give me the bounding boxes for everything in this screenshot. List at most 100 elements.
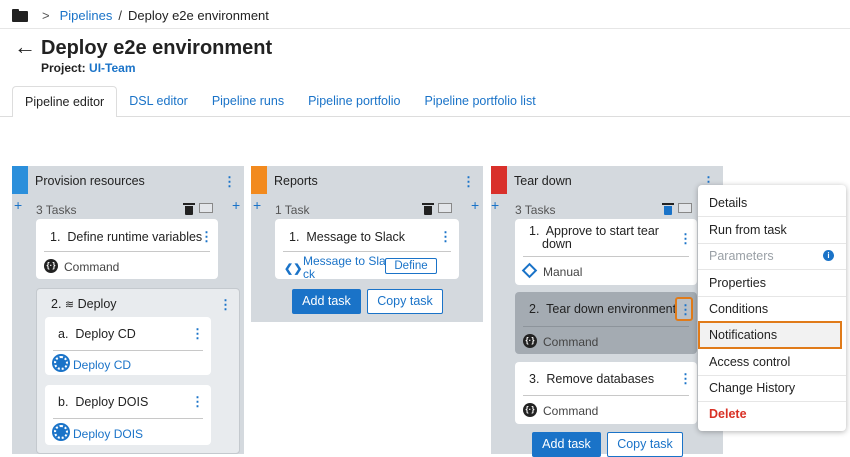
task-title: 2. ≋ Deploy	[51, 297, 117, 311]
divider	[44, 251, 210, 252]
menu-item-delete[interactable]: Delete	[698, 401, 846, 427]
tasks-count: 1 Task	[275, 203, 310, 217]
list-view-icon[interactable]	[438, 203, 452, 213]
trash-icon[interactable]	[422, 203, 434, 215]
task-menu-icon[interactable]: ⋮	[439, 230, 452, 243]
stage-title: Provision resources	[35, 174, 145, 188]
task-menu-icon[interactable]: ⋮	[219, 298, 232, 311]
task-type: Command	[543, 404, 599, 418]
breadcrumb: > Pipelines / Deploy e2e environment	[12, 6, 269, 24]
menu-item-conditions[interactable]: Conditions	[698, 296, 846, 322]
breadcrumb-separator: /	[118, 7, 122, 23]
tab-dsl-editor[interactable]: DSL editor	[117, 86, 200, 117]
task-group-card[interactable]: 2. ≋ Deploy ⋮ a. Deploy CD ⋮ Deploy CD b…	[36, 288, 240, 454]
tab-pipeline-runs[interactable]: Pipeline runs	[200, 86, 296, 117]
stage-title: Tear down	[514, 174, 572, 188]
task-card[interactable]: 3. Remove databases ⋮ {·} Command	[515, 362, 697, 424]
tasks-count: 3 Tasks	[36, 203, 77, 217]
subtask-menu-icon[interactable]: ⋮	[191, 327, 204, 340]
gear-icon	[52, 354, 70, 372]
menu-item-details[interactable]: Details	[698, 190, 846, 216]
menu-item-label: Parameters	[709, 249, 774, 263]
add-task-button[interactable]: Add task	[292, 289, 361, 314]
add-before-icon[interactable]: +	[14, 198, 22, 212]
task-menu-icon[interactable]: ⋮	[679, 372, 692, 385]
trash-icon[interactable]	[662, 203, 674, 215]
copy-task-button[interactable]: Copy task	[607, 432, 683, 457]
stage-title: Reports	[274, 174, 318, 188]
add-task-button[interactable]: Add task	[532, 432, 601, 457]
task-title: 1. Define runtime variables	[50, 230, 203, 244]
subtask-card[interactable]: a. Deploy CD ⋮ Deploy CD	[45, 317, 211, 375]
task-menu-icon[interactable]: ⋮	[200, 230, 213, 243]
folder-icon[interactable]	[12, 8, 28, 22]
command-icon: {·}	[523, 334, 537, 348]
info-icon[interactable]: i	[823, 250, 834, 261]
task-type: Manual	[543, 265, 583, 279]
subtask-link[interactable]: Deploy DOIS	[73, 427, 143, 441]
trash-icon[interactable]	[183, 203, 195, 215]
task-card[interactable]: 1. Define runtime variables ⋮ {·} Comman…	[36, 219, 218, 279]
task-card[interactable]: 1. Approve to start tear down ⋮ Manual	[515, 219, 697, 285]
stage-menu-icon[interactable]: ⋮	[223, 175, 236, 188]
menu-item-properties[interactable]: Properties	[698, 270, 846, 296]
list-view-icon[interactable]	[678, 203, 692, 213]
add-stage-icon[interactable]: +	[471, 198, 479, 212]
tab-bar: Pipeline editor DSL editor Pipeline runs…	[12, 86, 548, 117]
stage-provision-resources: Provision resources ⋮ + 3 Tasks 1. Defin…	[12, 166, 244, 454]
list-view-icon[interactable]	[199, 203, 213, 213]
divider	[53, 350, 203, 351]
menu-item-parameters: Parameters i	[698, 243, 846, 269]
tasks-count: 3 Tasks	[515, 203, 556, 217]
task-menu-icon[interactable]: ⋮	[679, 232, 692, 245]
task-type: Command	[64, 260, 120, 274]
task-card-selected[interactable]: 2. Tear down environments ⋮ {·} Command	[515, 292, 697, 354]
add-stage-icon[interactable]: +	[232, 198, 240, 212]
copy-task-button[interactable]: Copy task	[367, 289, 443, 314]
subtask-link[interactable]: Deploy CD	[73, 358, 131, 372]
stage-tear-down: Tear down ⋮ 3 Tasks 1. Approve to start …	[491, 166, 723, 457]
slack-integration-icon: ❮❯	[284, 263, 303, 275]
command-icon: {·}	[44, 259, 58, 273]
breadcrumb-pipelines-link[interactable]: Pipelines	[60, 8, 113, 23]
task-title: 1. Approve to start tear down	[529, 224, 659, 251]
add-before-icon[interactable]: +	[253, 198, 261, 212]
stage-color-strip	[251, 166, 267, 194]
task-menu-icon[interactable]: ⋮	[679, 303, 692, 316]
task-menu-button[interactable]: ⋮	[675, 297, 693, 321]
define-button[interactable]: Define	[385, 258, 437, 274]
tab-pipeline-editor[interactable]: Pipeline editor	[12, 86, 118, 117]
divider	[283, 251, 451, 252]
subtask-menu-icon[interactable]: ⋮	[191, 395, 204, 408]
divider	[523, 395, 689, 396]
command-icon: {·}	[523, 403, 537, 417]
project-line: Project: UI-Team	[41, 61, 135, 75]
stage-color-strip	[491, 166, 507, 194]
task-link[interactable]: Message to Sla ck	[303, 255, 386, 281]
task-card[interactable]: 1. Message to Slack ⋮ ❮❯ Message to Sla c…	[275, 219, 459, 281]
subtask-card[interactable]: b. Deploy DOIS ⋮ Deploy DOIS	[45, 385, 211, 445]
divider	[523, 256, 689, 257]
task-context-menu: Details Run from task Parameters i Prope…	[698, 185, 846, 431]
task-type: Command	[543, 335, 599, 349]
menu-item-change-history[interactable]: Change History	[698, 375, 846, 401]
tab-pipeline-portfolio[interactable]: Pipeline portfolio	[296, 86, 412, 117]
task-title: 1. Message to Slack	[289, 230, 406, 244]
breadcrumb-current: Deploy e2e environment	[127, 7, 269, 23]
tab-pipeline-portfolio-list[interactable]: Pipeline portfolio list	[413, 86, 548, 117]
subtask-title: b. Deploy DOIS	[58, 395, 149, 409]
menu-item-run-from-task[interactable]: Run from task	[698, 217, 846, 243]
menu-item-notifications[interactable]: Notifications	[698, 321, 842, 349]
stage-menu-icon[interactable]: ⋮	[462, 175, 475, 188]
add-before-icon[interactable]: +	[491, 198, 499, 212]
manual-approval-icon	[521, 262, 538, 279]
project-label: Project:	[41, 61, 86, 75]
header-divider	[0, 28, 850, 29]
divider	[53, 418, 203, 419]
back-arrow-icon[interactable]: ←	[14, 36, 36, 58]
stage-reports: Reports ⋮ + 1 Task 1. Message to Slack ⋮…	[251, 166, 483, 322]
task-title: 3. Remove databases	[529, 372, 655, 386]
chevron-right-icon: >	[42, 7, 50, 23]
menu-item-access-control[interactable]: Access control	[698, 349, 846, 375]
project-link[interactable]: UI-Team	[89, 61, 135, 75]
